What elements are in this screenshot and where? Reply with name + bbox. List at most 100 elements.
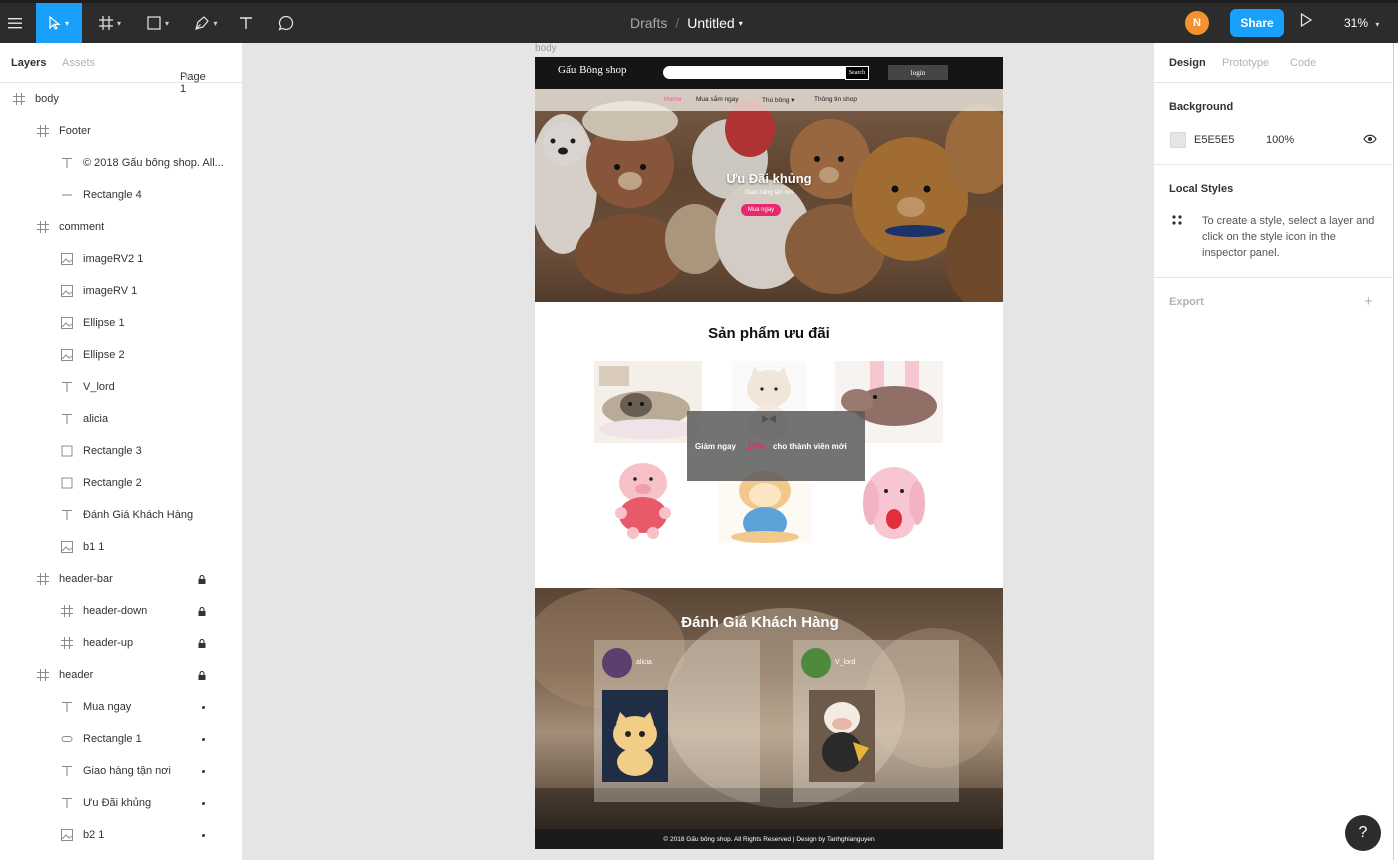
tab-code[interactable]: Code	[1290, 57, 1316, 69]
site-nav-info[interactable]: Thông tin shop	[814, 96, 857, 103]
layer-row[interactable]: header-up	[0, 627, 242, 659]
layer-row[interactable]: b2 1	[0, 819, 242, 851]
layer-row[interactable]: imageRV 1	[0, 275, 242, 307]
frame-icon	[37, 125, 49, 137]
layer-label: Footer	[59, 125, 91, 137]
export-add-button[interactable]: +	[1364, 293, 1373, 310]
layer-row[interactable]: comment	[0, 211, 242, 243]
site-nav-shop[interactable]: Mua sắm ngay	[696, 96, 739, 103]
layer-dot-icon[interactable]	[202, 801, 205, 805]
user-avatar[interactable]: N	[1185, 11, 1209, 35]
site-nav-home[interactable]: Home	[664, 96, 681, 103]
layer-dot-icon[interactable]	[202, 833, 205, 837]
breadcrumb-separator: /	[675, 15, 680, 31]
tab-layers[interactable]: Layers	[11, 57, 46, 69]
frame-tool-button[interactable]: ▾	[90, 3, 130, 43]
layer-row[interactable]: header-down	[0, 595, 242, 627]
reviews-section: Đánh Giá Khách Hàng alicia V_lord	[535, 588, 1003, 829]
layer-label: imageRV 1	[83, 285, 138, 297]
present-button[interactable]	[1300, 12, 1313, 30]
divider	[1154, 277, 1394, 278]
pen-tool-button[interactable]: ▾	[186, 3, 226, 43]
reviewer-name: V_lord	[835, 659, 856, 666]
chevron-down-icon: ▾	[64, 18, 69, 28]
layer-row[interactable]: Ưu Đãi khủng	[0, 787, 242, 819]
site-footer: © 2018 Gấu bông shop. All Rights Reserve…	[535, 829, 1003, 849]
move-tool-button[interactable]: ▾	[36, 3, 82, 43]
divider	[1154, 164, 1394, 165]
frame-icon	[37, 573, 49, 585]
background-color-swatch[interactable]	[1170, 132, 1186, 148]
site-search-input[interactable]	[663, 66, 845, 79]
breadcrumb: Drafts / Untitled ▾	[630, 3, 743, 43]
layer-dot-icon[interactable]	[202, 705, 205, 709]
review-photo	[602, 690, 668, 782]
comment-icon	[278, 15, 294, 31]
chevron-down-icon: ▾	[213, 18, 218, 28]
frame-label[interactable]: body	[535, 43, 557, 54]
layer-row[interactable]: alicia	[0, 403, 242, 435]
layer-row[interactable]: © 2018 Gấu bông shop. All...	[0, 147, 242, 179]
header-up: Gấu Bông shop Search login	[535, 57, 1003, 89]
cow-plush-photo	[822, 702, 869, 772]
background-hex-input[interactable]: E5E5E5	[1194, 134, 1234, 146]
text-icon	[61, 797, 73, 809]
text-tool-icon	[240, 17, 252, 29]
shape-tool-button[interactable]: ▾	[138, 3, 178, 43]
layer-row[interactable]: imageRV2 1	[0, 243, 242, 275]
layer-row[interactable]: body	[0, 83, 242, 115]
text-icon	[61, 157, 73, 169]
tab-design[interactable]: Design	[1169, 57, 1206, 69]
layer-row[interactable]: Giao hàng tận nơi	[0, 755, 242, 787]
layer-row[interactable]: header	[0, 659, 242, 691]
site-login-button[interactable]: login	[888, 65, 948, 80]
reviews-title: Đánh Giá Khách Hàng	[681, 614, 839, 631]
frame-icon	[13, 93, 25, 105]
tab-assets[interactable]: Assets	[62, 57, 95, 69]
layer-row[interactable]: Mua ngay	[0, 691, 242, 723]
text-tool-button[interactable]	[234, 3, 258, 43]
breadcrumb-drafts[interactable]: Drafts	[630, 15, 667, 31]
layer-row[interactable]: Rectangle 1	[0, 723, 242, 755]
chevron-down-icon: ▾	[1375, 20, 1380, 29]
layer-row[interactable]: Ellipse 2	[0, 339, 242, 371]
comment-tool-button[interactable]	[274, 3, 298, 43]
canvas-frame-body[interactable]: Ưu Đãi khủng Giao hàng tận nơi Mua ngay …	[535, 57, 1003, 849]
rounded-rect-icon	[61, 733, 73, 745]
design-panel: Design Prototype Code Background E5E5E5 …	[1153, 43, 1394, 860]
site-search-button[interactable]: Search	[845, 66, 869, 80]
chevron-down-icon[interactable]: ▾	[739, 19, 743, 28]
layer-row[interactable]: Đánh Giá Khách Hàng	[0, 499, 242, 531]
review-card-alicia: alicia	[594, 640, 760, 802]
layer-row[interactable]: header-bar	[0, 563, 242, 595]
background-opacity-input[interactable]: 100%	[1266, 134, 1294, 146]
eye-icon	[1363, 134, 1377, 144]
layer-row[interactable]: Rectangle 3	[0, 435, 242, 467]
layer-dot-icon[interactable]	[202, 737, 205, 741]
lock-icon[interactable]	[198, 606, 206, 616]
share-button[interactable]: Share	[1230, 9, 1284, 37]
layer-row[interactable]: Footer	[0, 115, 242, 147]
lock-icon[interactable]	[198, 574, 206, 584]
layer-row[interactable]: Rectangle 4	[0, 179, 242, 211]
pig-plush-image	[615, 463, 671, 539]
hero-buy-now-button[interactable]: Mua ngay	[741, 204, 781, 216]
layer-row[interactable]: b1 1	[0, 531, 242, 563]
visibility-toggle[interactable]	[1363, 134, 1377, 147]
layer-row[interactable]: Ellipse 1	[0, 307, 242, 339]
zoom-dropdown[interactable]: 31% ▾	[1344, 16, 1379, 30]
help-button[interactable]: ?	[1345, 815, 1381, 851]
layer-dot-icon[interactable]	[202, 769, 205, 773]
file-name[interactable]: Untitled	[687, 15, 734, 31]
main-menu-button[interactable]	[0, 3, 30, 43]
layer-row[interactable]: Rectangle 2	[0, 467, 242, 499]
lock-icon[interactable]	[198, 638, 206, 648]
tab-prototype[interactable]: Prototype	[1222, 57, 1269, 69]
layer-row[interactable]: V_lord	[0, 371, 242, 403]
styles-icon	[1172, 215, 1182, 228]
rectangle-tool-icon	[147, 16, 161, 30]
reviewer-avatar	[801, 648, 831, 678]
lock-icon[interactable]	[198, 670, 206, 680]
layer-label: Ellipse 1	[83, 317, 125, 329]
site-nav-plush[interactable]: Thú bông ▾	[762, 96, 795, 104]
